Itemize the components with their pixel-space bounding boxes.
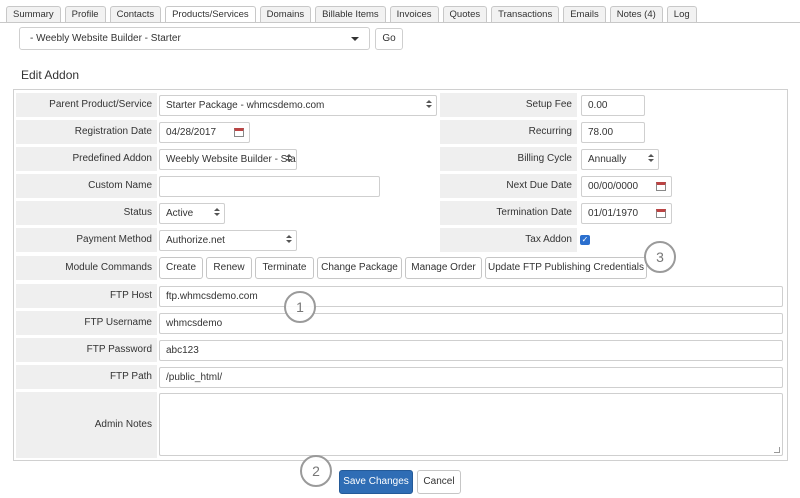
select-arrows-icon [286, 235, 292, 243]
form-row-registration-date: Registration Date 04/28/2017 Recurring 7… [14, 120, 787, 144]
select-arrows-icon [214, 208, 220, 216]
ftp-username-input[interactable]: whmcsdemo [159, 313, 783, 334]
select-arrows-icon [286, 154, 292, 162]
calendar-icon[interactable] [234, 128, 244, 137]
form-row-predefined-addon: Predefined Addon Weebly Website Builder … [14, 147, 787, 171]
select-arrows-icon [426, 100, 432, 108]
next-due-date-label: Next Due Date [440, 174, 577, 198]
ftp-password-label: FTP Password [16, 338, 157, 362]
predefined-addon-select[interactable]: Weebly Website Builder - Sta [159, 149, 297, 170]
ftp-host-input[interactable]: ftp.whmcsdemo.com [159, 286, 783, 307]
termination-date-label: Termination Date [440, 201, 577, 225]
tab-summary[interactable]: Summary [6, 6, 61, 22]
cancel-button[interactable]: Cancel [417, 470, 461, 494]
termination-date-input[interactable]: 01/01/1970 [581, 203, 672, 224]
tax-addon-label: Tax Addon [440, 228, 577, 252]
resize-grip-icon[interactable] [774, 447, 780, 453]
tab-log[interactable]: Log [666, 6, 697, 22]
calendar-icon[interactable] [656, 182, 666, 191]
setup-fee-label: Setup Fee [440, 93, 577, 117]
custom-name-label: Custom Name [16, 174, 157, 198]
status-select[interactable]: Active [159, 203, 225, 224]
tab-domains[interactable]: Domains [259, 6, 312, 22]
predefined-addon-label: Predefined Addon [16, 147, 157, 171]
create-button[interactable]: Create [159, 257, 203, 279]
ftp-host-label: FTP Host [16, 284, 157, 308]
form-row-ftp-path: FTP Path /public_html/ [14, 365, 787, 389]
callout-2: 2 [300, 455, 332, 487]
section-title: Edit Addon [21, 68, 80, 82]
renew-button[interactable]: Renew [206, 257, 252, 279]
ftp-password-input[interactable]: abc123 [159, 340, 783, 361]
setup-fee-input[interactable]: 0.00 [581, 95, 645, 116]
parent-product-select[interactable]: Starter Package - whmcsdemo.com [159, 95, 437, 116]
parent-product-label: Parent Product/Service [16, 93, 157, 117]
tab-profile[interactable]: Profile [64, 6, 106, 22]
recurring-input[interactable]: 78.00 [581, 122, 645, 143]
tab-emails[interactable]: Emails [563, 6, 606, 22]
save-changes-button[interactable]: Save Changes [339, 470, 413, 494]
form-row-ftp-username: FTP Username whmcsdemo [14, 311, 787, 335]
tab-divider [0, 22, 800, 23]
addon-select-value: - Weebly Website Builder - Starter [30, 33, 181, 44]
client-tabs: Summary Profile Contacts Products/Servic… [6, 6, 697, 23]
form-row-custom-name: Custom Name Next Due Date 00/00/0000 [14, 174, 787, 198]
callout-1: 1 [284, 291, 316, 323]
recurring-label: Recurring [440, 120, 577, 144]
registration-date-input[interactable]: 04/28/2017 [159, 122, 250, 143]
module-commands-label: Module Commands [16, 256, 157, 280]
payment-method-select[interactable]: Authorize.net [159, 230, 297, 251]
edit-addon-form: Parent Product/Service Starter Package -… [13, 89, 788, 461]
form-row-ftp-password: FTP Password abc123 [14, 338, 787, 362]
form-row-status: Status Active Termination Date 01/01/197… [14, 201, 787, 225]
tax-addon-checkbox[interactable]: ✓ [580, 235, 590, 245]
registration-date-label: Registration Date [16, 120, 157, 144]
custom-name-input[interactable] [159, 176, 380, 197]
select-arrows-icon [648, 154, 654, 162]
ftp-path-label: FTP Path [16, 365, 157, 389]
form-row-ftp-host: FTP Host ftp.whmcsdemo.com [14, 284, 787, 308]
change-package-button[interactable]: Change Package [317, 257, 402, 279]
update-ftp-credentials-button[interactable]: Update FTP Publishing Credentials [485, 257, 647, 279]
billing-cycle-select[interactable]: Annually [581, 149, 659, 170]
tab-invoices[interactable]: Invoices [389, 6, 439, 22]
addon-select[interactable]: - Weebly Website Builder - Starter [19, 27, 370, 50]
admin-notes-textarea[interactable] [159, 393, 783, 456]
tab-quotes[interactable]: Quotes [442, 6, 488, 22]
status-label: Status [16, 201, 157, 225]
next-due-date-input[interactable]: 00/00/0000 [581, 176, 672, 197]
admin-notes-label: Admin Notes [16, 392, 157, 458]
callout-3: 3 [644, 241, 676, 273]
manage-order-button[interactable]: Manage Order [405, 257, 482, 279]
tab-products-services[interactable]: Products/Services [165, 6, 256, 23]
tab-contacts[interactable]: Contacts [109, 6, 162, 22]
billing-cycle-label: Billing Cycle [440, 147, 577, 171]
payment-method-label: Payment Method [16, 228, 157, 252]
ftp-username-label: FTP Username [16, 311, 157, 335]
tab-billable-items[interactable]: Billable Items [315, 6, 386, 22]
tab-notes[interactable]: Notes (4) [609, 6, 663, 22]
calendar-icon[interactable] [656, 209, 666, 218]
ftp-path-input[interactable]: /public_html/ [159, 367, 783, 388]
tab-transactions[interactable]: Transactions [491, 6, 560, 22]
form-row-parent-product: Parent Product/Service Starter Package -… [14, 93, 787, 117]
chevron-down-icon [351, 37, 359, 41]
terminate-button[interactable]: Terminate [255, 257, 314, 279]
go-button[interactable]: Go [375, 28, 403, 50]
